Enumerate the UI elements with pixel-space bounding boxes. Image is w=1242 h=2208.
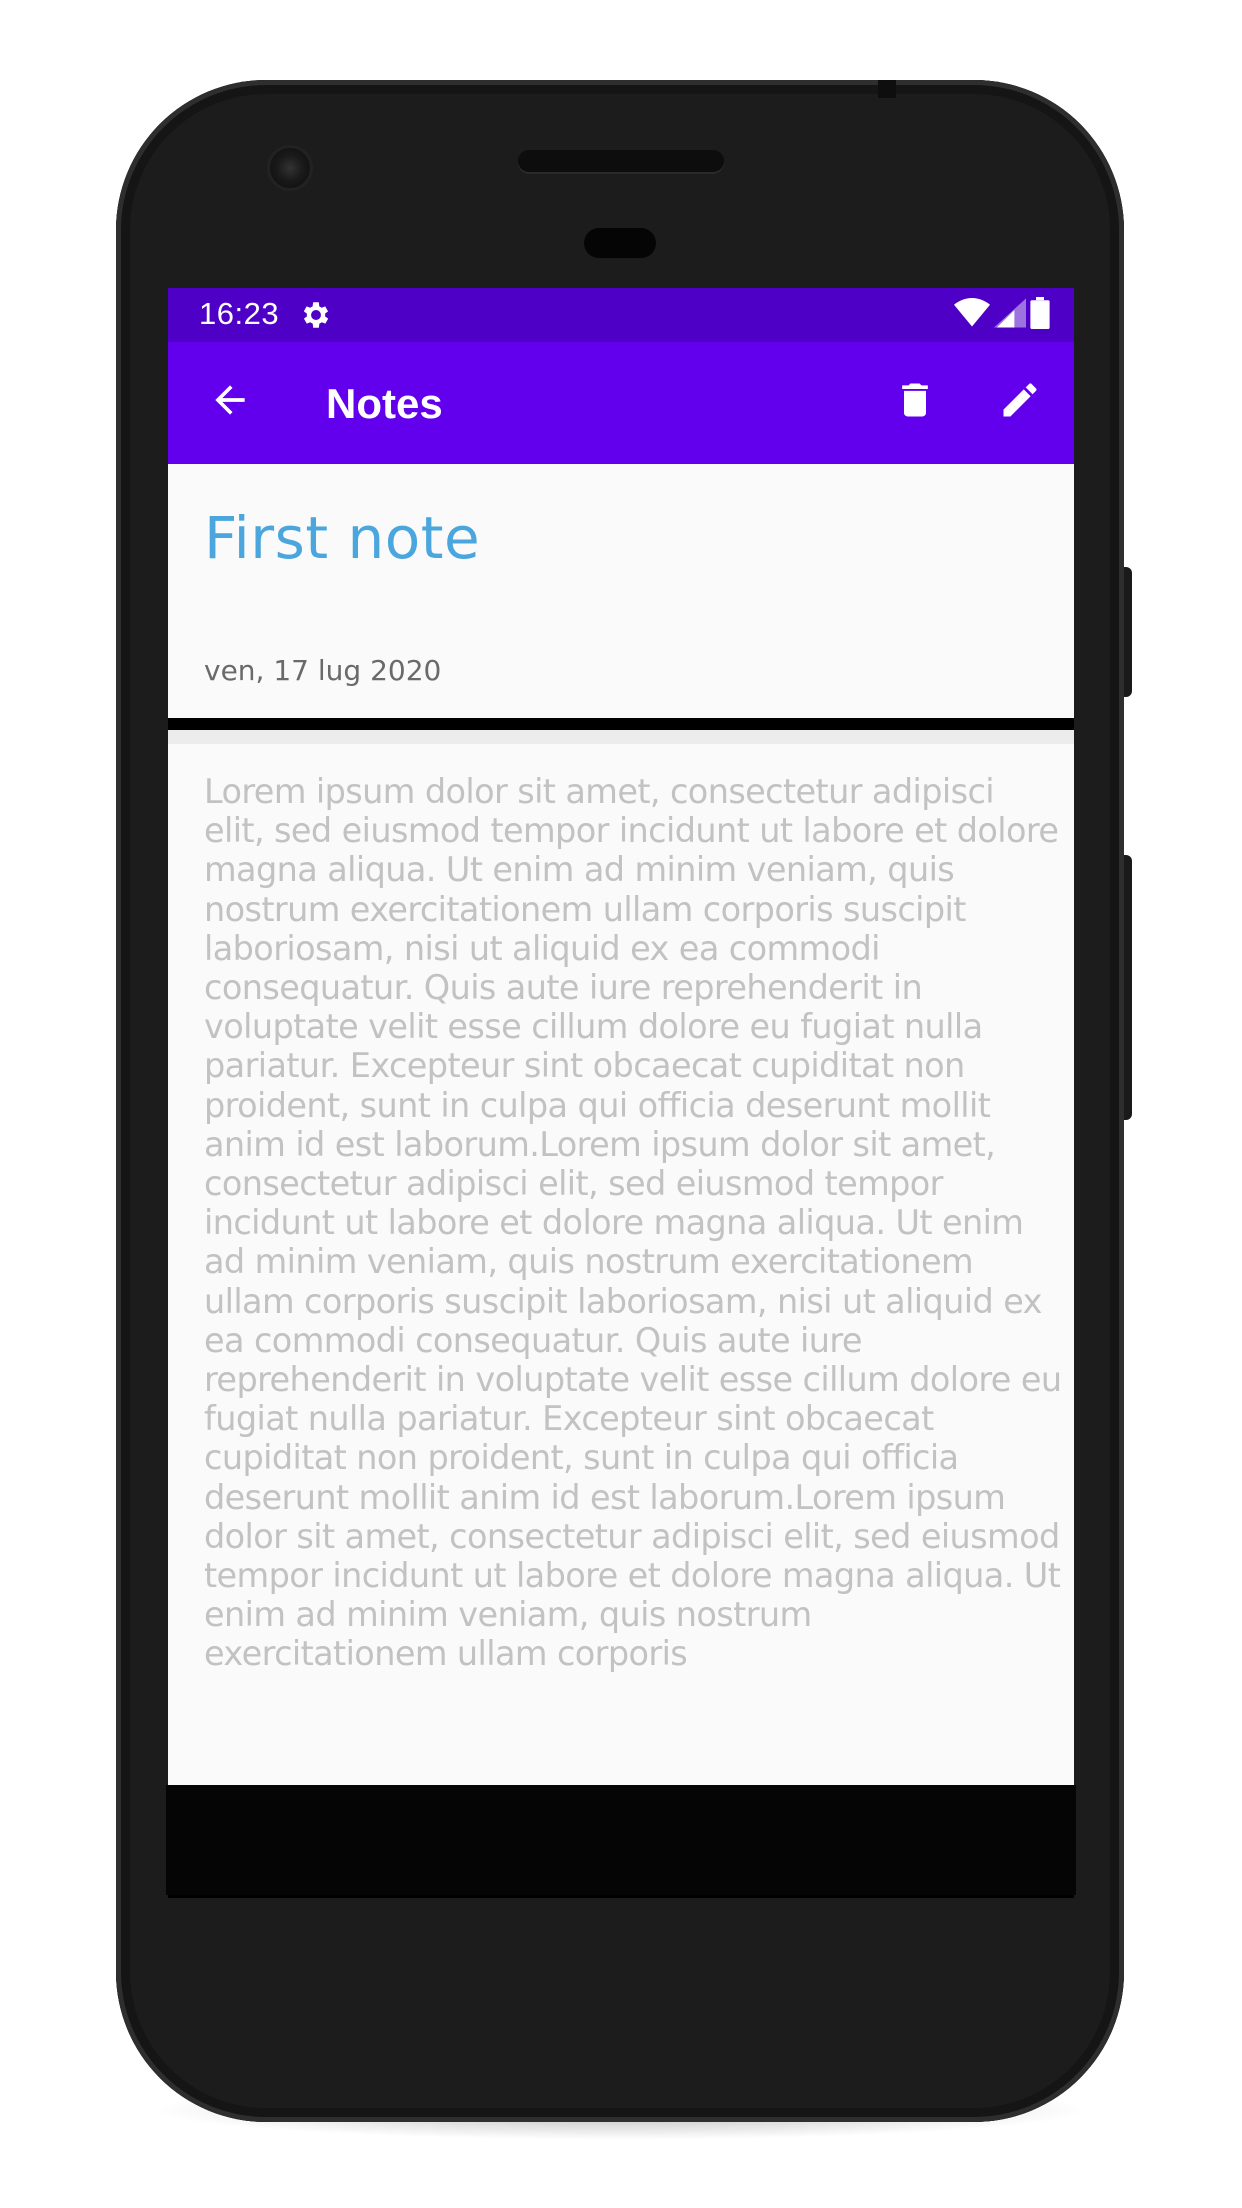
phone-chin — [166, 1785, 1076, 1895]
note-date: ven, 17 lug 2020 — [204, 654, 442, 687]
edit-icon — [998, 378, 1042, 426]
back-button[interactable] — [190, 362, 270, 442]
status-icons — [954, 297, 1050, 333]
battery-icon — [1030, 297, 1050, 333]
status-time: 16:23 — [199, 296, 280, 331]
settings-gear-icon — [299, 298, 333, 332]
app-title: Notes — [326, 380, 443, 427]
delete-note-button[interactable] — [875, 362, 955, 442]
note-body-scroll[interactable]: Lorem ipsum dolor sit amet, consectetur … — [168, 744, 1074, 1786]
header-divider — [168, 730, 1074, 744]
signal-icon — [994, 298, 1026, 332]
back-arrow-icon — [208, 378, 252, 426]
device-screen: 16:23 Notes First note ven, 17 lug 2020 … — [168, 288, 1074, 1898]
note-title: First note — [204, 504, 481, 572]
antenna-band — [878, 80, 896, 98]
app-bar: Notes — [168, 342, 1074, 464]
front-camera — [270, 148, 310, 188]
device-frame-stage: 16:23 Notes First note ven, 17 lug 2020 … — [0, 0, 1242, 2208]
note-body-text: Lorem ipsum dolor sit amet, consectetur … — [204, 772, 1062, 1674]
edit-note-button[interactable] — [980, 362, 1060, 442]
wifi-icon — [954, 298, 990, 332]
delete-icon — [893, 378, 937, 426]
proximity-sensor — [584, 228, 656, 258]
note-header: First note ven, 17 lug 2020 — [168, 464, 1074, 718]
earpiece-speaker — [518, 150, 724, 172]
status-bar: 16:23 — [168, 288, 1074, 342]
